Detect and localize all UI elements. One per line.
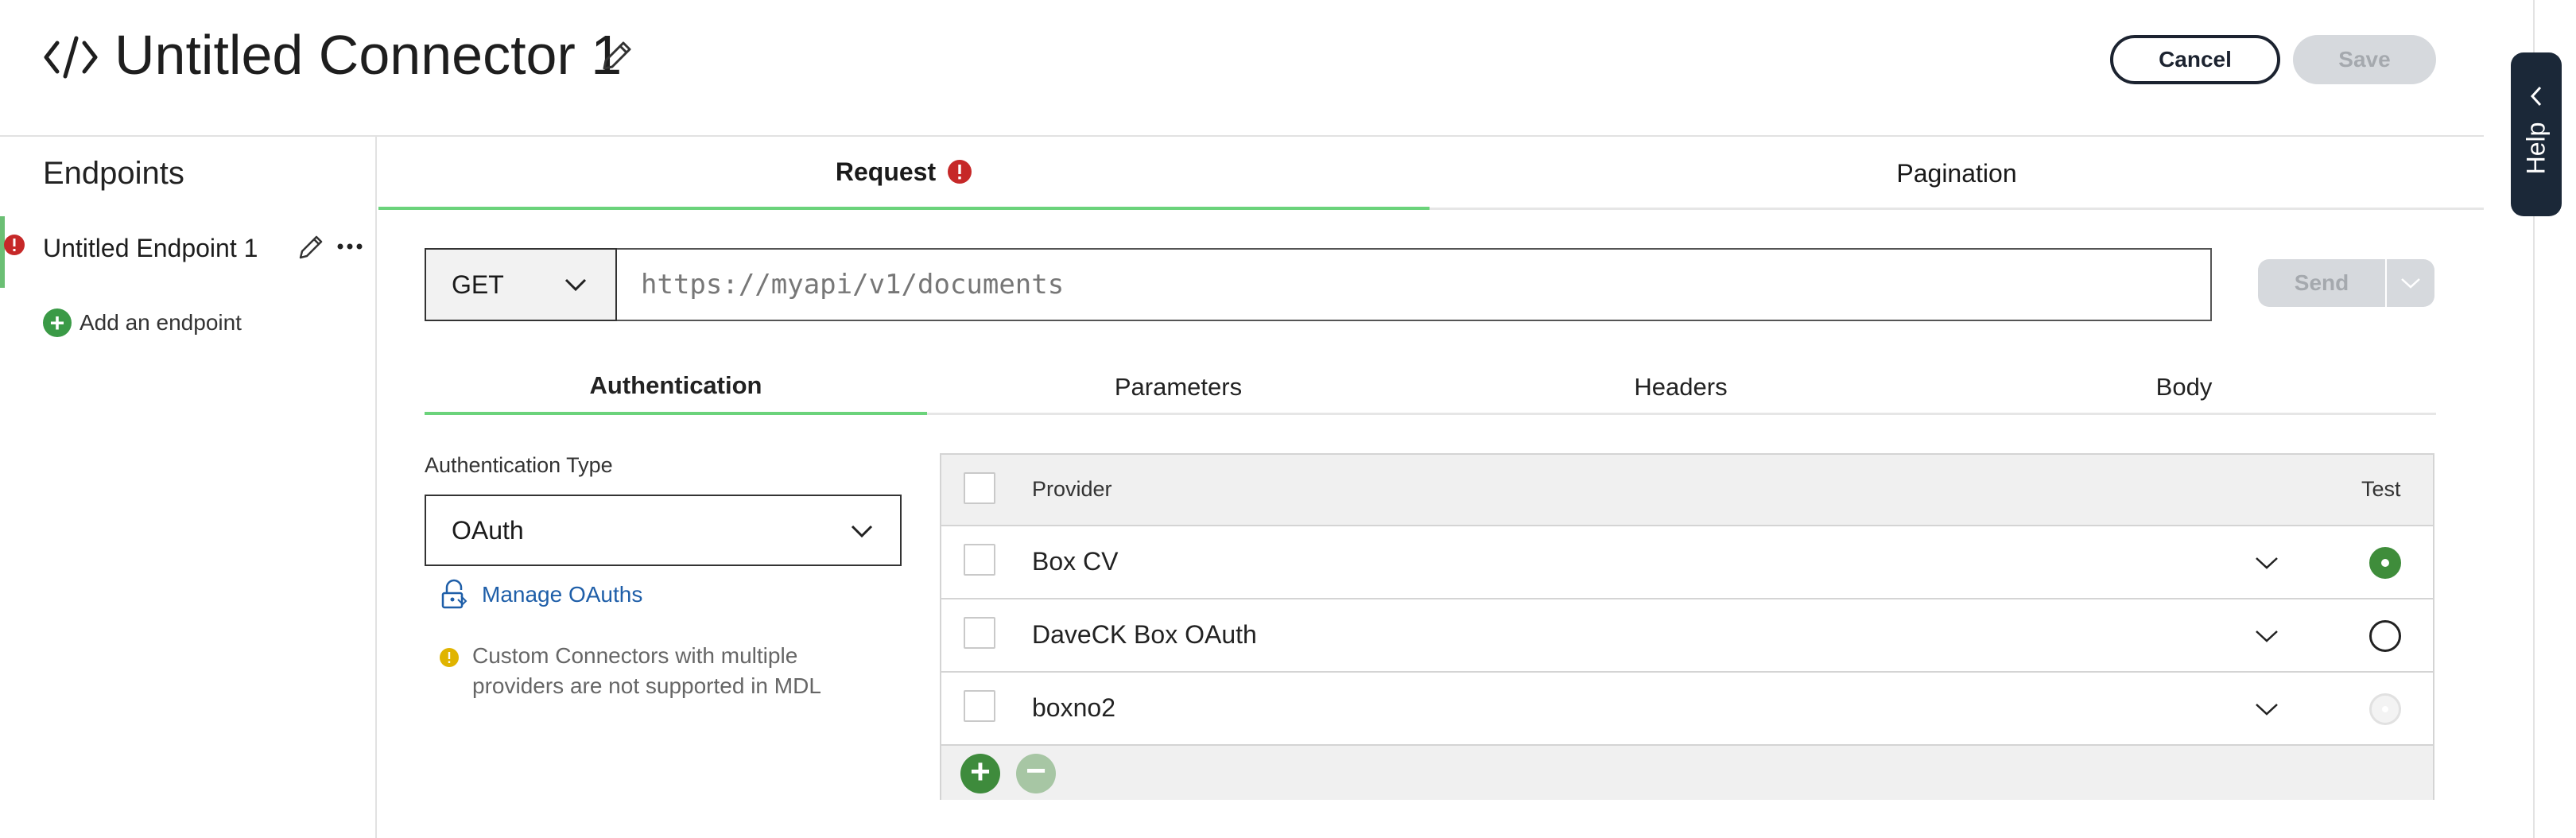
test-radio-disabled (2369, 693, 2401, 725)
sub-tabs: Authentication Parameters Headers Body (425, 359, 2436, 415)
code-icon (44, 36, 98, 79)
tab-request[interactable]: Request (378, 137, 1430, 210)
pencil-icon[interactable] (598, 37, 636, 75)
plus-circle-icon: + (43, 308, 72, 337)
chevron-down-icon (564, 278, 587, 292)
table-row: Box CV (941, 526, 2433, 599)
manage-oauths-link[interactable]: Manage OAuths (439, 579, 642, 611)
endpoint-label: Untitled Endpoint 1 (43, 234, 258, 262)
warning-message: Custom Connectors with multiple provider… (439, 641, 884, 701)
tab-authentication[interactable]: Authentication (425, 359, 927, 415)
add-endpoint-button[interactable]: + Add an endpoint (43, 308, 242, 337)
provider-name: DaveCK Box OAuth (1032, 620, 1257, 649)
chevron-down-icon (2401, 278, 2420, 289)
test-radio[interactable] (2369, 620, 2401, 652)
chevron-down-icon[interactable] (2255, 555, 2279, 571)
provider-name: boxno2 (1032, 693, 1115, 722)
method-select[interactable]: GET (425, 248, 617, 321)
row-checkbox[interactable] (964, 544, 995, 576)
url-input[interactable]: https://myapi/v1/documents (617, 248, 2212, 321)
cancel-button[interactable]: Cancel (2110, 35, 2280, 84)
providers-table: Provider Test Box CV DaveCK Box OAuth bo… (940, 453, 2434, 800)
auth-type-label: Authentication Type (425, 453, 613, 477)
warning-icon (440, 648, 459, 667)
chevron-down-icon[interactable] (2255, 628, 2279, 644)
column-header-provider: Provider (1032, 477, 1112, 501)
add-provider-button[interactable]: + (960, 754, 1000, 793)
sidebar-title: Endpoints (43, 156, 184, 191)
save-button[interactable]: Save (2293, 35, 2436, 84)
tab-pagination[interactable]: Pagination (1430, 137, 2484, 210)
chevron-down-icon (851, 525, 873, 538)
divider (2533, 0, 2535, 52)
auth-type-value: OAuth (452, 515, 524, 545)
page-title: Untitled Connector 1 (114, 24, 623, 86)
auth-type-select[interactable]: OAuth (425, 495, 902, 566)
table-footer: + − (941, 746, 2433, 800)
add-endpoint-label: Add an endpoint (80, 310, 242, 335)
warning-text: Custom Connectors with multiple provider… (472, 643, 821, 698)
chevron-down-icon[interactable] (2255, 701, 2279, 717)
tab-request-label: Request (835, 157, 937, 186)
divider (2533, 216, 2535, 838)
remove-provider-button[interactable]: − (1016, 754, 1056, 793)
tab-parameters[interactable]: Parameters (927, 359, 1430, 415)
row-checkbox[interactable] (964, 617, 995, 649)
manage-oauths-label: Manage OAuths (482, 582, 643, 607)
table-row: DaveCK Box OAuth (941, 599, 2433, 673)
header: Untitled Connector 1 Cancel Save (0, 0, 2484, 137)
table-header: Provider Test (941, 455, 2433, 526)
test-radio-selected[interactable] (2369, 547, 2401, 579)
pencil-icon[interactable] (296, 231, 328, 262)
more-options-icon[interactable] (336, 231, 364, 262)
help-label: Help (2521, 122, 2551, 175)
method-value: GET (452, 270, 504, 299)
send-button[interactable]: Send (2258, 259, 2385, 307)
sidebar: Endpoints Untitled Endpoint 1 + Add an e… (0, 137, 377, 838)
tab-body[interactable]: Body (1932, 359, 2436, 415)
error-icon (4, 235, 25, 255)
help-tab[interactable]: Help (2511, 52, 2562, 216)
table-row: boxno2 (941, 673, 2433, 746)
send-dropdown-button[interactable] (2387, 259, 2434, 307)
tab-headers[interactable]: Headers (1430, 359, 1932, 415)
error-icon (948, 160, 972, 184)
chevron-left-icon (2530, 86, 2542, 107)
select-all-checkbox[interactable] (964, 472, 995, 504)
provider-name: Box CV (1032, 547, 1119, 576)
lock-icon (441, 579, 467, 609)
row-checkbox[interactable] (964, 690, 995, 722)
column-header-test: Test (2361, 477, 2401, 501)
sidebar-item-endpoint[interactable]: Untitled Endpoint 1 (0, 216, 375, 288)
main-tabs: Request Pagination (378, 137, 2484, 210)
